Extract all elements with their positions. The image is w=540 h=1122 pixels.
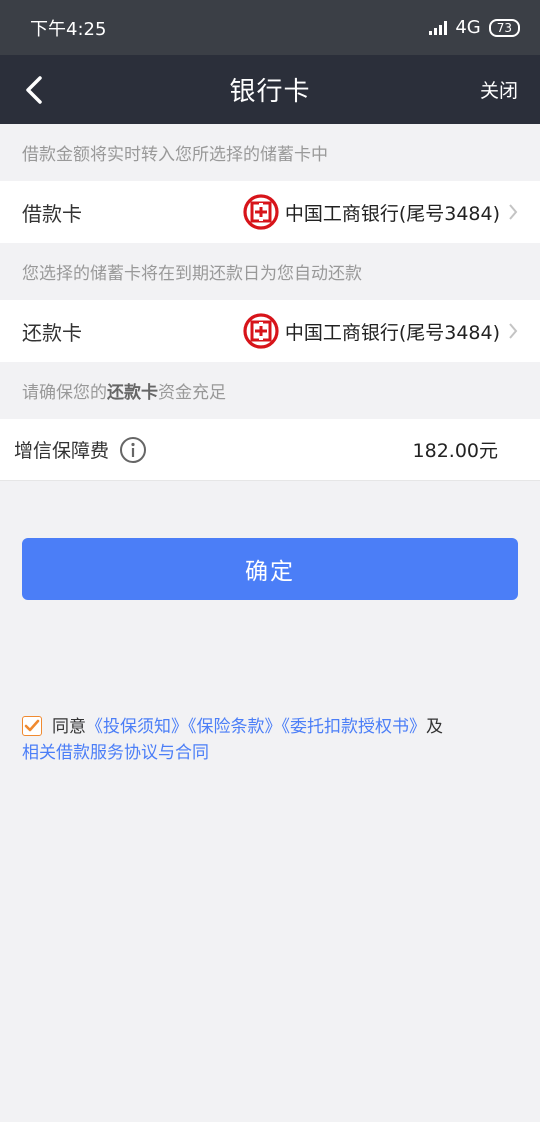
nav-bar: 银行卡 关闭 (0, 55, 540, 124)
close-button[interactable]: 关闭 (480, 76, 518, 103)
status-time: 下午4:25 (30, 18, 107, 40)
icbc-logo-icon (243, 313, 279, 349)
funds-hint-prefix: 请确保您的 (22, 383, 107, 403)
loan-card-row[interactable]: 借款卡 中国工商银行(尾号3484) (0, 181, 540, 243)
status-bar: 下午4:25 4G 73 (0, 0, 540, 55)
back-button[interactable] (14, 55, 54, 124)
battery-level: 73 (496, 20, 512, 35)
funds-hint: 请确保您的 还款卡 资金充足 (0, 362, 540, 419)
agree-mid: 及 (426, 717, 443, 737)
repay-card-row[interactable]: 还款卡 中国工商银行(尾号3484) (0, 300, 540, 362)
repay-card-label: 还款卡 (22, 320, 82, 345)
fee-label: 增信保障费 (14, 440, 110, 462)
loan-card-hint: 借款金额将实时转入您所选择的储蓄卡中 (22, 145, 328, 165)
repay-card-bank-name: 中国工商银行(尾号3484) (284, 321, 500, 344)
status-indicators: 4G 73 (429, 17, 520, 38)
checkmark-icon (24, 719, 40, 732)
signal-icon (429, 20, 448, 35)
link-insurance-notice[interactable]: 《投保须知》 (86, 717, 188, 737)
info-circle-icon[interactable] (119, 436, 147, 464)
agreement: 同意《投保须知》《保险条款》《委托扣款授权书》及相关借款服务协议与合同 (22, 714, 518, 766)
agree-prefix: 同意 (52, 717, 86, 737)
loan-card-bank: 中国工商银行(尾号3484) (243, 194, 500, 230)
network-type: 4G (455, 17, 481, 38)
repay-card-bank: 中国工商银行(尾号3484) (243, 313, 500, 349)
loan-card-label: 借款卡 (22, 201, 82, 226)
chevron-left-icon (26, 75, 42, 104)
fee-row: 增信保障费 182.00元 (0, 419, 540, 481)
loan-card-bank-name: 中国工商银行(尾号3484) (284, 202, 500, 225)
link-loan-agreements[interactable]: 相关借款服务协议与合同 (22, 743, 209, 763)
icbc-logo-icon (243, 194, 279, 230)
repay-card-hint: 您选择的储蓄卡将在到期还款日为您自动还款 (22, 264, 362, 284)
chevron-right-icon (509, 323, 518, 339)
chevron-right-icon (509, 204, 518, 220)
funds-hint-suffix: 资金充足 (158, 383, 226, 403)
agree-checkbox[interactable] (22, 716, 42, 736)
page-title: 银行卡 (229, 77, 311, 107)
battery-icon: 73 (488, 18, 520, 37)
link-insurance-terms[interactable]: 《保险条款》 (188, 717, 282, 737)
fee-value: 182.00元 (412, 440, 498, 462)
funds-hint-bold: 还款卡 (107, 383, 158, 403)
confirm-button[interactable]: 确定 (22, 538, 518, 600)
link-debit-authorization[interactable]: 《委托扣款授权书》 (282, 717, 427, 737)
